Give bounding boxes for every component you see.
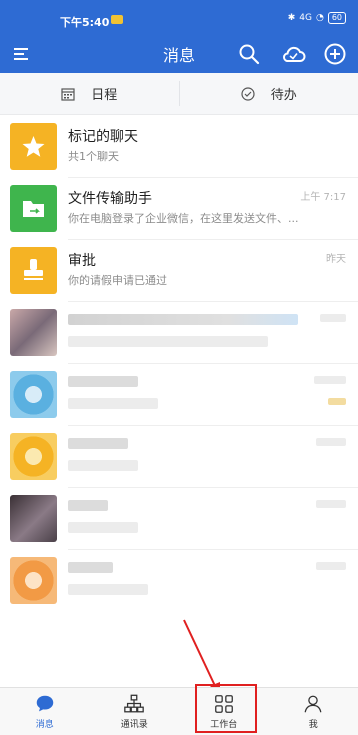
blurred-preview xyxy=(68,584,148,595)
bluetooth-icon: ✱ xyxy=(287,13,296,23)
org-chart-icon xyxy=(124,694,145,713)
search-icon[interactable] xyxy=(237,42,261,66)
todo-label: 待办 xyxy=(270,88,297,103)
signal-label: 4G xyxy=(299,13,312,23)
conversation-preview: 你的请假申请已通过 xyxy=(68,274,167,287)
folder-transfer-icon xyxy=(10,185,57,232)
conversation-preview: 你在电脑登录了企业微信，在这里发送文件、... xyxy=(68,212,299,225)
conversation-item[interactable]: 审批 你的请假申请已通过 昨天 xyxy=(0,240,358,302)
blurred-name xyxy=(68,314,298,325)
star-icon xyxy=(10,123,57,170)
schedule-button[interactable]: 日程 xyxy=(0,73,179,114)
nav-label: 消息 xyxy=(35,720,54,730)
chat-bubble-icon xyxy=(36,695,53,712)
conversation-name: 标记的聊天 xyxy=(68,129,138,145)
wifi-icon: ◔ xyxy=(315,13,324,23)
conversation-item-blurred[interactable] xyxy=(0,550,358,612)
nav-label: 我 xyxy=(308,720,318,730)
blurred-name xyxy=(68,438,128,449)
todo-button[interactable]: 待办 xyxy=(180,73,358,114)
blurred-time xyxy=(320,314,346,322)
add-icon[interactable] xyxy=(323,42,347,66)
conversation-time: 上午 7:17 xyxy=(300,192,346,203)
conversation-item-blurred[interactable] xyxy=(0,488,358,550)
conversation-item-blurred[interactable] xyxy=(0,302,358,364)
blurred-preview xyxy=(68,460,138,471)
conversation-item[interactable]: 标记的聊天 共1个聊天 xyxy=(0,116,358,178)
avatar xyxy=(10,433,57,480)
conversation-name: 文件传输助手 xyxy=(68,191,152,207)
nav-label: 通讯录 xyxy=(120,720,148,730)
avatar xyxy=(10,309,57,356)
avatar xyxy=(10,557,57,604)
conversation-item[interactable]: 文件传输助手 你在电脑登录了企业微信，在这里发送文件、... 上午 7:17 xyxy=(0,178,358,240)
status-time: 下午5:40 xyxy=(60,16,110,29)
nav-contacts[interactable]: 通讯录 xyxy=(90,688,180,735)
blurred-name xyxy=(68,376,138,387)
blurred-time xyxy=(316,500,346,508)
blurred-preview xyxy=(68,398,158,409)
conversation-name: 审批 xyxy=(68,253,96,269)
battery-icon: 60 xyxy=(327,12,346,24)
calendar-icon xyxy=(61,87,75,101)
blurred-name xyxy=(68,562,113,573)
title-bar: 消息 xyxy=(0,36,358,72)
cloud-icon[interactable] xyxy=(280,42,306,66)
bottom-nav: 消息 通讯录 工作台 我 xyxy=(0,687,358,735)
blurred-indicator xyxy=(328,398,346,405)
blurred-time xyxy=(316,562,346,570)
conversation-time: 昨天 xyxy=(326,254,346,265)
check-circle-icon xyxy=(241,86,255,101)
status-indicators: ✱ 4G ◔ 60 xyxy=(288,12,346,24)
blurred-name xyxy=(68,500,108,511)
schedule-label: 日程 xyxy=(91,88,118,103)
conversation-preview: 共1个聊天 xyxy=(68,150,119,163)
conversation-item-blurred[interactable] xyxy=(0,364,358,426)
schedule-todo-bar: 日程 待办 xyxy=(0,73,358,115)
blurred-preview xyxy=(68,522,138,533)
conversation-list: 标记的聊天 共1个聊天 文件传输助手 你在电脑登录了企业微信，在这里发送文件、.… xyxy=(0,116,358,612)
nav-messages[interactable]: 消息 xyxy=(0,688,90,735)
avatar xyxy=(10,371,57,418)
avatar xyxy=(10,495,57,542)
blurred-preview xyxy=(68,336,268,347)
blurred-time xyxy=(314,376,346,384)
person-icon xyxy=(304,695,322,713)
app-header: 下午5:40 ✱ 4G ◔ 60 消息 xyxy=(0,0,358,73)
nav-me[interactable]: 我 xyxy=(269,688,358,735)
notification-badge-icon xyxy=(111,15,123,24)
highlight-box xyxy=(195,684,257,733)
conversation-item-blurred[interactable] xyxy=(0,426,358,488)
approval-stamp-icon xyxy=(10,247,57,294)
blurred-time xyxy=(316,438,346,446)
